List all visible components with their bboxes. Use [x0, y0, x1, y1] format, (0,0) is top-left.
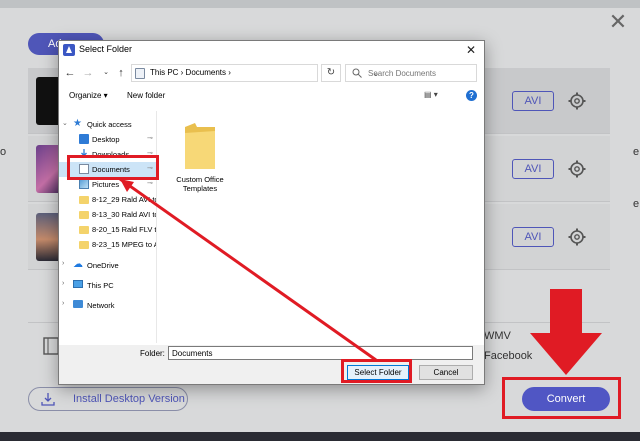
app-close-icon[interactable]: ✕ — [608, 11, 628, 33]
select-folder-highlight-box — [341, 359, 412, 383]
view-options-icon[interactable]: ▤ ▾ — [424, 90, 446, 104]
folder-label: Folder: — [140, 349, 165, 358]
folder-icon — [185, 123, 215, 169]
tree-item-label: 8-20_15 Rald FLV to — [92, 225, 157, 234]
address-path: This PC › Documents › — [150, 68, 231, 77]
gear-icon[interactable] — [567, 91, 587, 111]
search-input[interactable] — [368, 66, 474, 80]
folder-icon — [79, 211, 89, 219]
documents-icon — [135, 68, 145, 79]
search-icon — [352, 68, 362, 78]
recent-locations-icon[interactable]: ⌄ — [99, 66, 113, 80]
computer-icon — [73, 280, 83, 288]
tree-item-folder[interactable]: 8-23_15 MPEG to AV — [59, 237, 157, 252]
format-facebook-option[interactable]: Facebook — [484, 350, 532, 362]
folder-icon — [79, 196, 89, 204]
pictures-icon — [79, 179, 89, 189]
forward-arrow-icon[interactable]: → — [81, 66, 95, 80]
tree-item-label: Network — [87, 301, 115, 310]
tree-item-onedrive[interactable]: › ☁ OneDrive — [59, 258, 156, 273]
tree-item-label: Pictures — [92, 180, 120, 189]
command-toolbar: Organize ▾ New folder ▤ ▾ ? — [59, 88, 484, 106]
select-folder-dialog: Select Folder ✕ ← → ⌄ ↑ This PC › Docume… — [58, 40, 485, 385]
tree-item-folder[interactable]: 8-20_15 Rald FLV to — [59, 222, 157, 237]
search-box[interactable] — [345, 64, 477, 82]
tree-item-network[interactable]: › Network — [59, 298, 156, 313]
tree-item-quick-access[interactable]: ⌄ ★ Quick access — [59, 117, 156, 132]
tree-item-label: This PC — [87, 281, 114, 290]
folder-icon — [79, 226, 89, 234]
pin-icon: ⊸ — [147, 180, 153, 187]
edge-text: e — [633, 146, 640, 158]
format-wmv-option[interactable]: WMV — [484, 330, 511, 342]
folder-name-field[interactable] — [168, 346, 473, 360]
app-bottom-strip — [0, 432, 640, 441]
tree-item-label: 8-13_30 Rald AVI to — [92, 210, 157, 219]
tree-item-label: 8-12_29 Rald AVI to — [92, 195, 157, 204]
tree-item-label: Desktop — [92, 135, 120, 144]
back-arrow-icon[interactable]: ← — [63, 66, 77, 80]
close-icon[interactable]: ✕ — [463, 42, 479, 58]
up-arrow-icon[interactable]: ↑ — [114, 66, 128, 80]
dialog-footer: Folder: Select Folder Cancel — [59, 345, 484, 384]
convert-highlight-box — [502, 377, 621, 419]
dialog-title-bar: Select Folder ✕ — [59, 41, 484, 59]
new-folder-button[interactable]: New folder — [127, 91, 165, 100]
tree-item-label: OneDrive — [87, 261, 119, 270]
address-bar[interactable]: This PC › Documents › ⌄ — [131, 64, 379, 82]
output-format-button[interactable]: AVI — [512, 91, 554, 111]
download-icon — [41, 393, 55, 406]
app-top-bar — [0, 0, 640, 8]
gear-icon[interactable] — [567, 159, 587, 179]
folder-item-label: Custom Office Templates — [176, 175, 224, 193]
tree-item-label: 8-23_15 MPEG to AV — [92, 240, 157, 249]
down-arrow-annotation — [530, 289, 602, 375]
gear-icon[interactable] — [567, 227, 587, 247]
tree-item-folder[interactable]: 8-13_30 Rald AVI to — [59, 207, 157, 222]
output-format-button[interactable]: AVI — [512, 159, 554, 179]
output-format-button[interactable]: AVI — [512, 227, 554, 247]
install-desktop-label: Install Desktop Version — [73, 393, 185, 405]
refresh-icon[interactable]: ↻ — [321, 64, 341, 82]
navigation-bar: ← → ⌄ ↑ This PC › Documents › ⌄ ↻ — [59, 62, 484, 84]
edge-text: o — [0, 146, 7, 158]
cloud-icon: ☁ — [73, 259, 83, 270]
folder-icon — [79, 241, 89, 249]
navigation-pane: ⌄ ★ Quick access Desktop ⊸ Downloads ⊸ D… — [59, 111, 157, 343]
dialog-title: Select Folder — [79, 44, 133, 54]
install-desktop-button[interactable]: Install Desktop Version — [28, 387, 188, 411]
star-icon: ★ — [73, 118, 82, 129]
cancel-button[interactable]: Cancel — [419, 365, 473, 380]
desktop-icon — [79, 134, 89, 144]
documents-highlight-box — [67, 155, 159, 180]
tree-item-desktop[interactable]: Desktop ⊸ — [59, 132, 156, 147]
pin-icon: ⊸ — [147, 135, 153, 142]
folder-item[interactable]: Custom Office Templates — [171, 117, 229, 197]
chevron-right-icon[interactable]: › — [62, 260, 64, 267]
organize-menu[interactable]: Organize ▾ — [69, 91, 108, 100]
tree-item-label: Quick access — [87, 120, 132, 129]
tree-item-folder[interactable]: 8-12_29 Rald AVI to — [59, 192, 157, 207]
network-icon — [73, 300, 83, 308]
tree-item-this-pc[interactable]: › This PC — [59, 278, 156, 293]
help-icon[interactable]: ? — [466, 90, 477, 101]
chevron-right-icon[interactable]: › — [62, 280, 64, 287]
chevron-down-icon[interactable]: ⌄ — [62, 119, 68, 127]
chevron-right-icon[interactable]: › — [62, 300, 64, 307]
folder-contents: Custom Office Templates — [159, 111, 484, 343]
edge-text: e — [633, 198, 640, 210]
app-logo-icon — [63, 44, 75, 56]
